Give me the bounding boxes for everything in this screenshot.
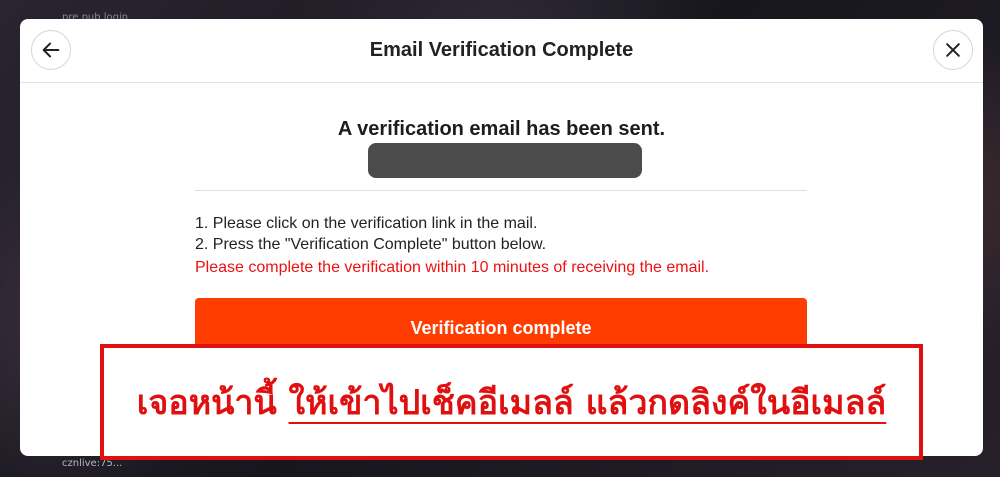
callout-text-part2: ให้เข้าไปเช็คอีเมลล์ แล้วกดลิงค์ในอีเมลล…	[288, 383, 887, 423]
section-divider	[195, 190, 807, 191]
instruction-step-1: 1. Please click on the verification link…	[195, 215, 538, 232]
verification-sent-heading: A verification email has been sent.	[337, 118, 666, 140]
instruction-step-2: 2. Press the "Verification Complete" but…	[195, 236, 547, 253]
redacted-email-address	[368, 143, 642, 178]
thai-instruction-callout: เจอหน้านี้ ให้เข้าไปเช็คอีเมลล์ แล้วกดลิ…	[100, 344, 923, 460]
dialog-header: Email Verification Complete	[20, 19, 983, 83]
callout-text: เจอหน้านี้ ให้เข้าไปเช็คอีเมลล์ แล้วกดลิ…	[137, 375, 887, 429]
time-limit-warning: Please complete the verification within …	[195, 259, 710, 276]
close-button[interactable]	[933, 30, 973, 70]
close-x-icon	[946, 43, 960, 57]
dialog-title: Email Verification Complete	[369, 39, 634, 61]
callout-text-part1: เจอหน้านี้	[136, 383, 289, 423]
